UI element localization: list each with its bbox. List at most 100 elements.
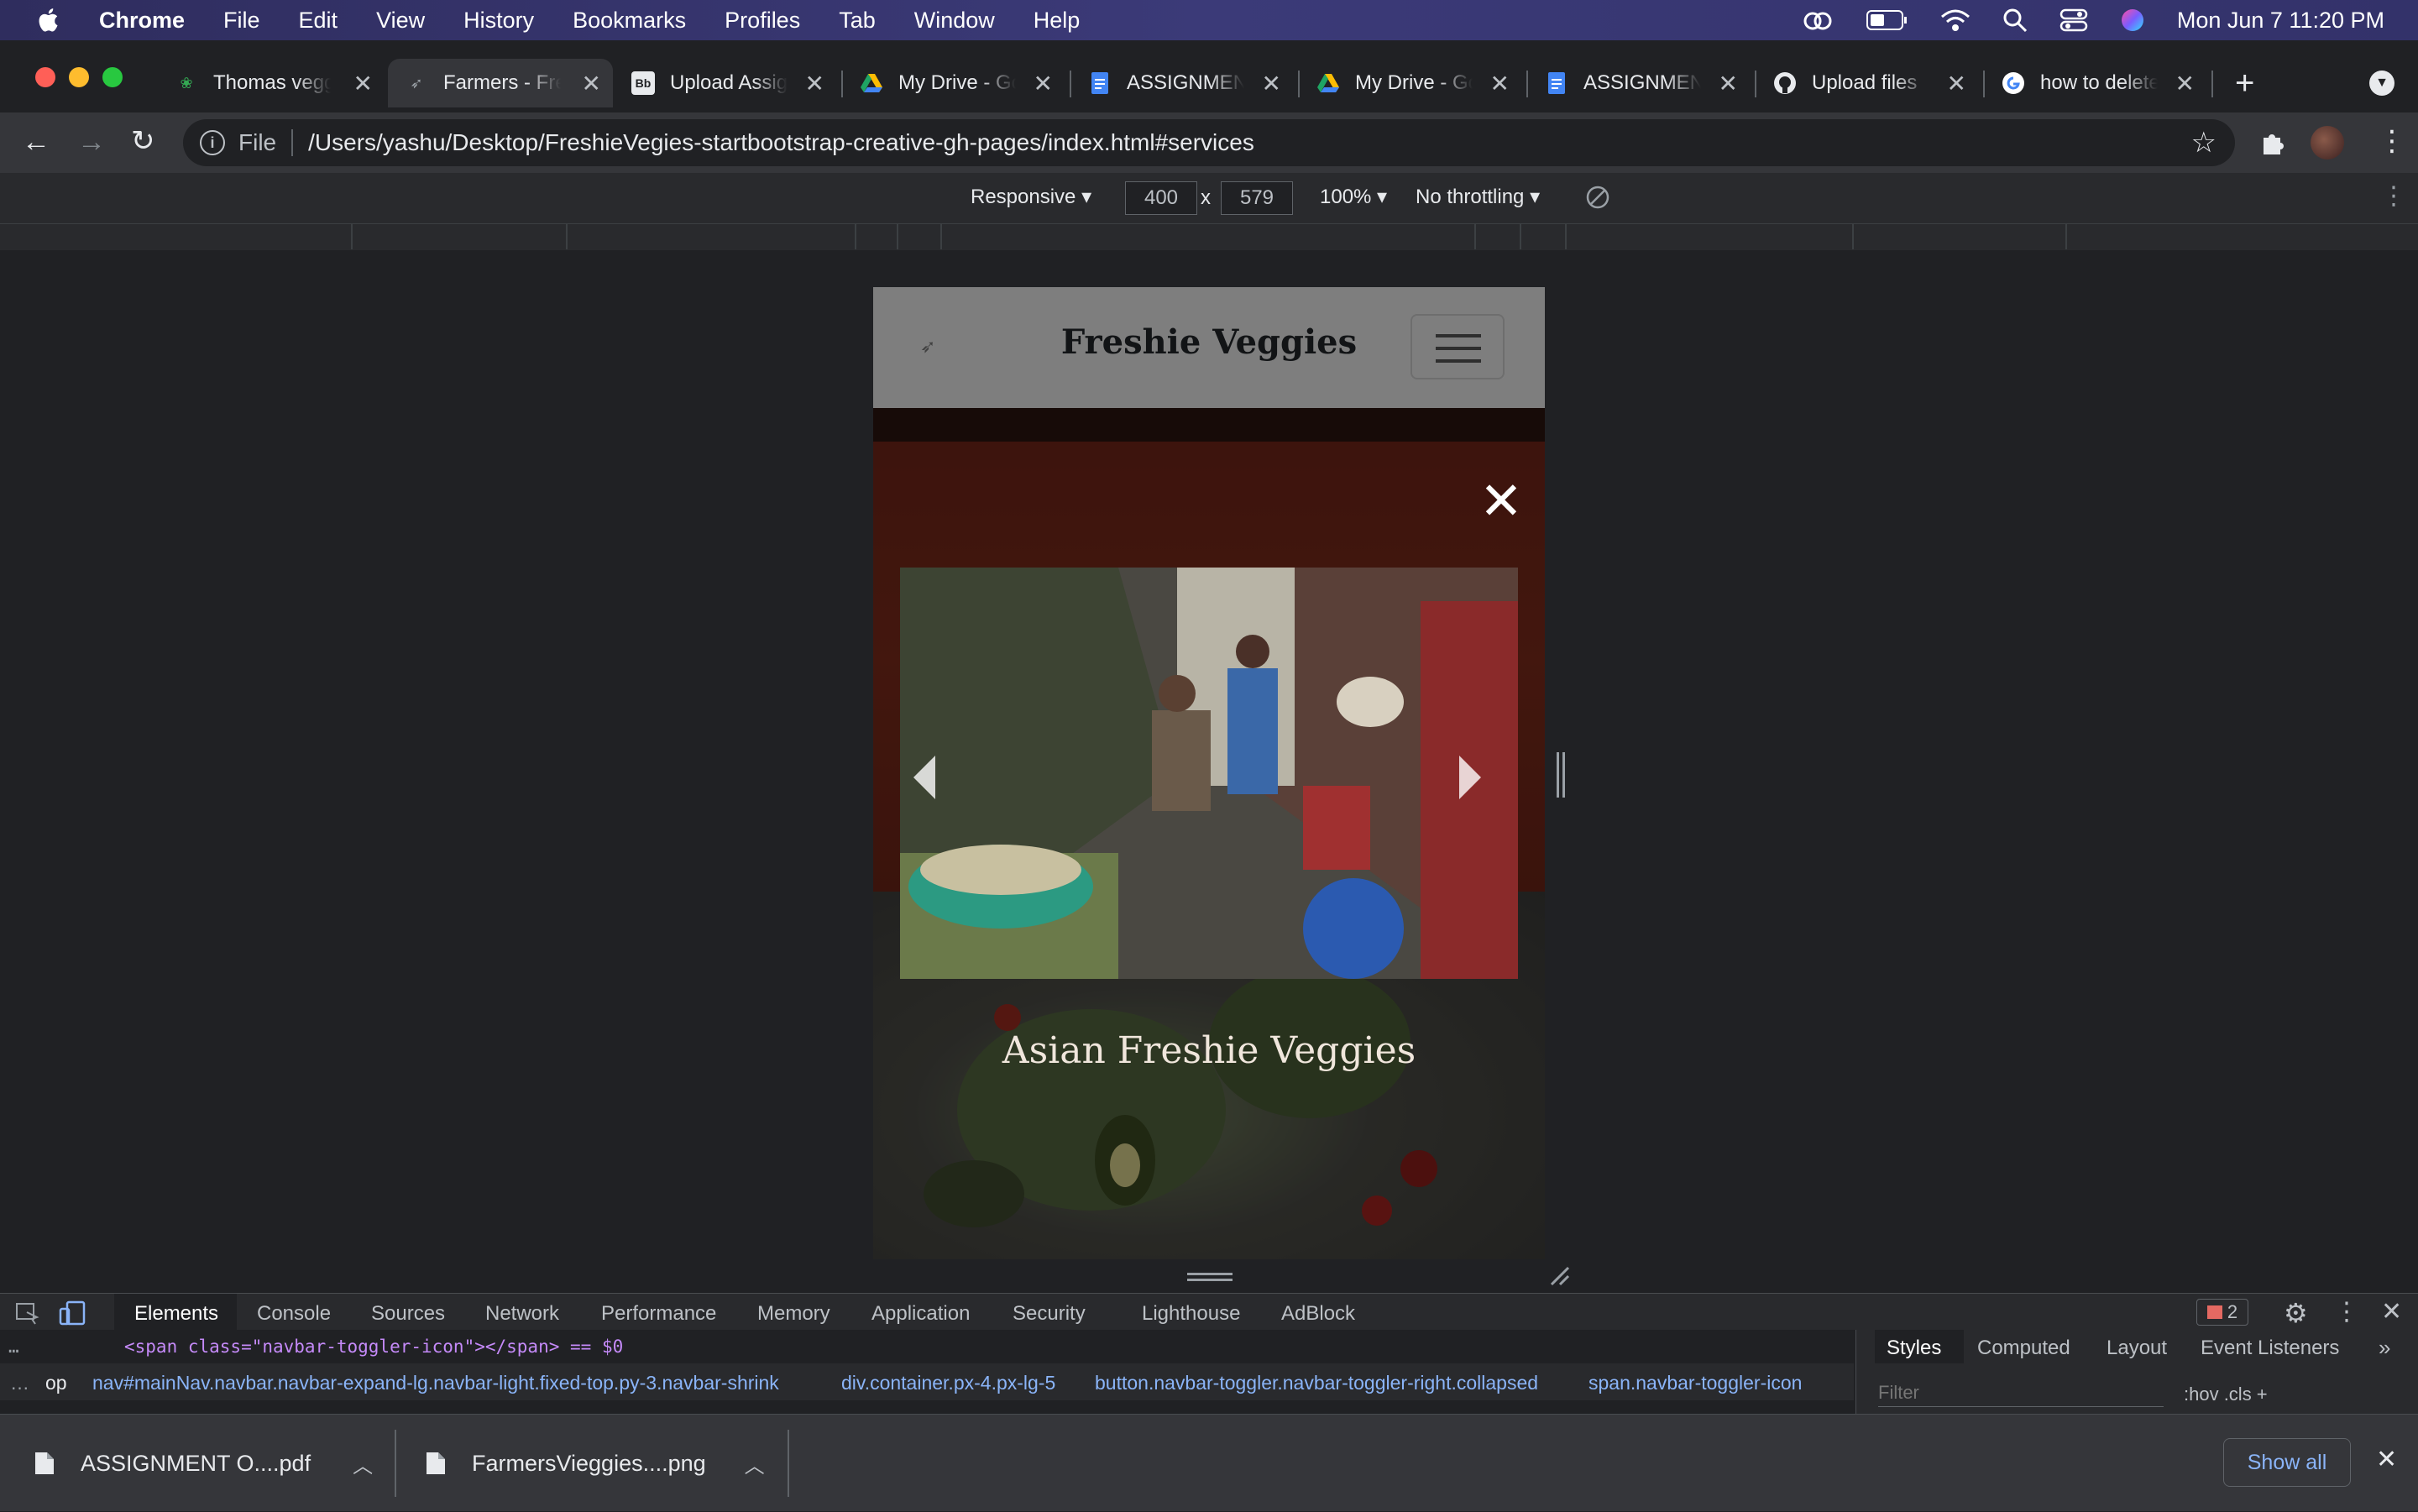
tab-lighthouse[interactable]: Lighthouse [1142,1302,1240,1326]
wifi-icon[interactable] [1940,8,1971,33]
url-text[interactable]: /Users/yashu/Desktop/FreshieVegies-start… [308,129,1254,156]
menu-history[interactable]: History [463,8,534,34]
tab-search-button[interactable]: ▼ [2369,71,2394,96]
window-close-button[interactable] [35,67,55,87]
close-tab-icon[interactable]: ✕ [805,70,824,97]
show-all-downloads-button[interactable]: Show all [2223,1438,2351,1487]
breadcrumb-item[interactable]: op [45,1372,67,1394]
chrome-menu-icon[interactable]: ⋮ [2378,124,2406,158]
extensions-puzzle-icon[interactable] [2258,129,2285,156]
breadcrumb-item[interactable]: button.navbar-toggler.navbar-toggler-rig… [1095,1372,1538,1394]
menu-tab[interactable]: Tab [839,8,876,34]
tab-sources[interactable]: Sources [371,1302,445,1326]
tab-computed[interactable]: Computed [1977,1337,2070,1360]
breadcrumb-item[interactable]: span.navbar-toggler-icon [1588,1372,1802,1394]
inspect-element-icon[interactable] [15,1302,40,1326]
new-tab-button[interactable]: + [2235,64,2254,102]
resize-handle-bottom[interactable] [1187,1273,1233,1281]
devtools-close-icon[interactable]: ✕ [2381,1297,2402,1326]
menu-help[interactable]: Help [1034,8,1081,34]
chevron-up-icon[interactable]: ︿ [353,1449,373,1478]
tab-my-drive-2[interactable]: My Drive - Google ✕ [1316,59,1510,107]
tab-security[interactable]: Security [1013,1302,1086,1326]
battery-icon[interactable] [1866,9,1908,31]
responsive-mode-dropdown[interactable]: Responsive ▾ [971,185,1091,209]
menu-app-name[interactable]: Chrome [99,8,185,34]
close-tab-icon[interactable]: ✕ [1262,70,1281,97]
bookmark-star-icon[interactable]: ☆ [2191,126,2216,160]
close-downloads-icon[interactable]: ✕ [2376,1445,2397,1474]
tab-assignment-doc-2[interactable]: ASSIGNMENT ✕ [1545,59,1738,107]
tab-layout[interactable]: Layout [2107,1337,2167,1360]
menu-edit[interactable]: Edit [299,8,338,34]
devtools-settings-gear-icon[interactable]: ⚙ [2284,1297,2308,1329]
tab-farmers-freshie[interactable]: ➶ Farmers - Freshie ✕ [388,59,613,107]
dom-ellipsis[interactable]: … [8,1337,19,1357]
breadcrumb-item[interactable]: div.container.px-4.px-lg-5 [841,1372,1055,1394]
tab-application[interactable]: Application [871,1302,970,1326]
tab-elements[interactable]: Elements [114,1294,237,1331]
tab-thomas-veggies[interactable]: ❀ Thomas veggies ✕ [175,59,373,107]
apple-logo-icon[interactable] [35,6,64,34]
menu-file[interactable]: File [223,8,260,34]
tab-network[interactable]: Network [485,1302,559,1326]
device-toggle-icon[interactable] [59,1300,86,1326]
creative-cloud-icon[interactable] [1801,6,1834,34]
window-minimize-button[interactable] [69,67,89,87]
tab-upload-assignment[interactable]: Bb Upload Assignment ✕ [631,59,824,107]
close-tab-icon[interactable]: ✕ [1034,70,1053,97]
close-tab-icon[interactable]: ✕ [582,70,601,97]
control-center-icon[interactable] [2059,8,2088,33]
window-zoom-button[interactable] [102,67,123,87]
menu-profiles[interactable]: Profiles [725,8,800,34]
tab-performance[interactable]: Performance [601,1302,716,1326]
tab-memory[interactable]: Memory [757,1302,830,1326]
tab-console[interactable]: Console [257,1302,331,1326]
tab-assignment-doc[interactable]: ASSIGNMENT ✕ [1088,59,1281,107]
tab-how-to-delete[interactable]: how to delete ✕ [2002,59,2195,107]
breadcrumb-item[interactable]: nav#mainNav.navbar.navbar-expand-lg.navb… [92,1372,779,1394]
tab-adblock[interactable]: AdBlock [1281,1302,1355,1326]
issues-badge[interactable]: 2 [2196,1299,2248,1326]
menu-view[interactable]: View [376,8,425,34]
rotate-icon[interactable] [1585,185,1610,210]
close-tab-icon[interactable]: ✕ [353,70,373,97]
download-item-png[interactable]: FarmersVieggies....png ︿ [425,1415,765,1512]
lightbox-next-arrow-icon[interactable] [1459,756,1481,799]
chevron-up-icon[interactable]: ︿ [745,1449,765,1478]
lightbox-prev-arrow-icon[interactable] [913,756,935,799]
tab-upload-files[interactable]: Upload files ✕ [1773,59,1966,107]
address-bar[interactable]: i File /Users/yashu/Desktop/FreshieVegie… [183,119,2235,166]
devtools-more-icon[interactable]: ⋮ [2334,1297,2359,1326]
menu-bookmarks[interactable]: Bookmarks [573,8,686,34]
chevron-double-right-icon[interactable]: » [2379,1335,2390,1361]
close-tab-icon[interactable]: ✕ [1490,70,1510,97]
viewport-height-input[interactable] [1221,181,1293,215]
close-tab-icon[interactable]: ✕ [2175,70,2195,97]
tab-styles[interactable]: Styles [1875,1330,1964,1363]
device-toolbar-more-icon[interactable]: ⋮ [2381,181,2406,211]
resize-handle-right[interactable] [1557,752,1565,798]
tab-my-drive[interactable]: My Drive - Google ✕ [860,59,1053,107]
breadcrumb-more[interactable]: … [10,1372,29,1394]
back-arrow-icon[interactable]: ← [22,126,50,159]
zoom-dropdown[interactable]: 100% ▾ [1320,185,1387,209]
styles-filter-input[interactable] [1878,1379,2164,1407]
forward-arrow-icon[interactable]: → [77,126,106,159]
selected-dom-node[interactable]: <span class="navbar-toggler-icon"></span… [124,1337,623,1357]
viewport-width-input[interactable] [1125,181,1197,215]
styles-filter-tools[interactable]: :hov .cls + [2184,1384,2268,1405]
resize-corner-icon[interactable] [1550,1266,1570,1286]
menubar-clock[interactable]: Mon Jun 7 11:20 PM [2177,8,2384,34]
lightbox-close-icon[interactable]: ✕ [1478,476,1525,528]
close-tab-icon[interactable]: ✕ [1719,70,1738,97]
siri-icon[interactable] [2120,8,2145,33]
profile-avatar[interactable] [2311,126,2344,160]
spotlight-search-icon[interactable] [2002,8,2028,33]
media-query-ruler[interactable] [0,223,2418,250]
throttling-dropdown[interactable]: No throttling ▾ [1416,185,1540,209]
tab-event-listeners[interactable]: Event Listeners [2201,1337,2339,1360]
menu-window[interactable]: Window [914,8,995,34]
info-icon[interactable]: i [200,130,225,155]
reload-icon[interactable]: ↻ [131,124,155,158]
